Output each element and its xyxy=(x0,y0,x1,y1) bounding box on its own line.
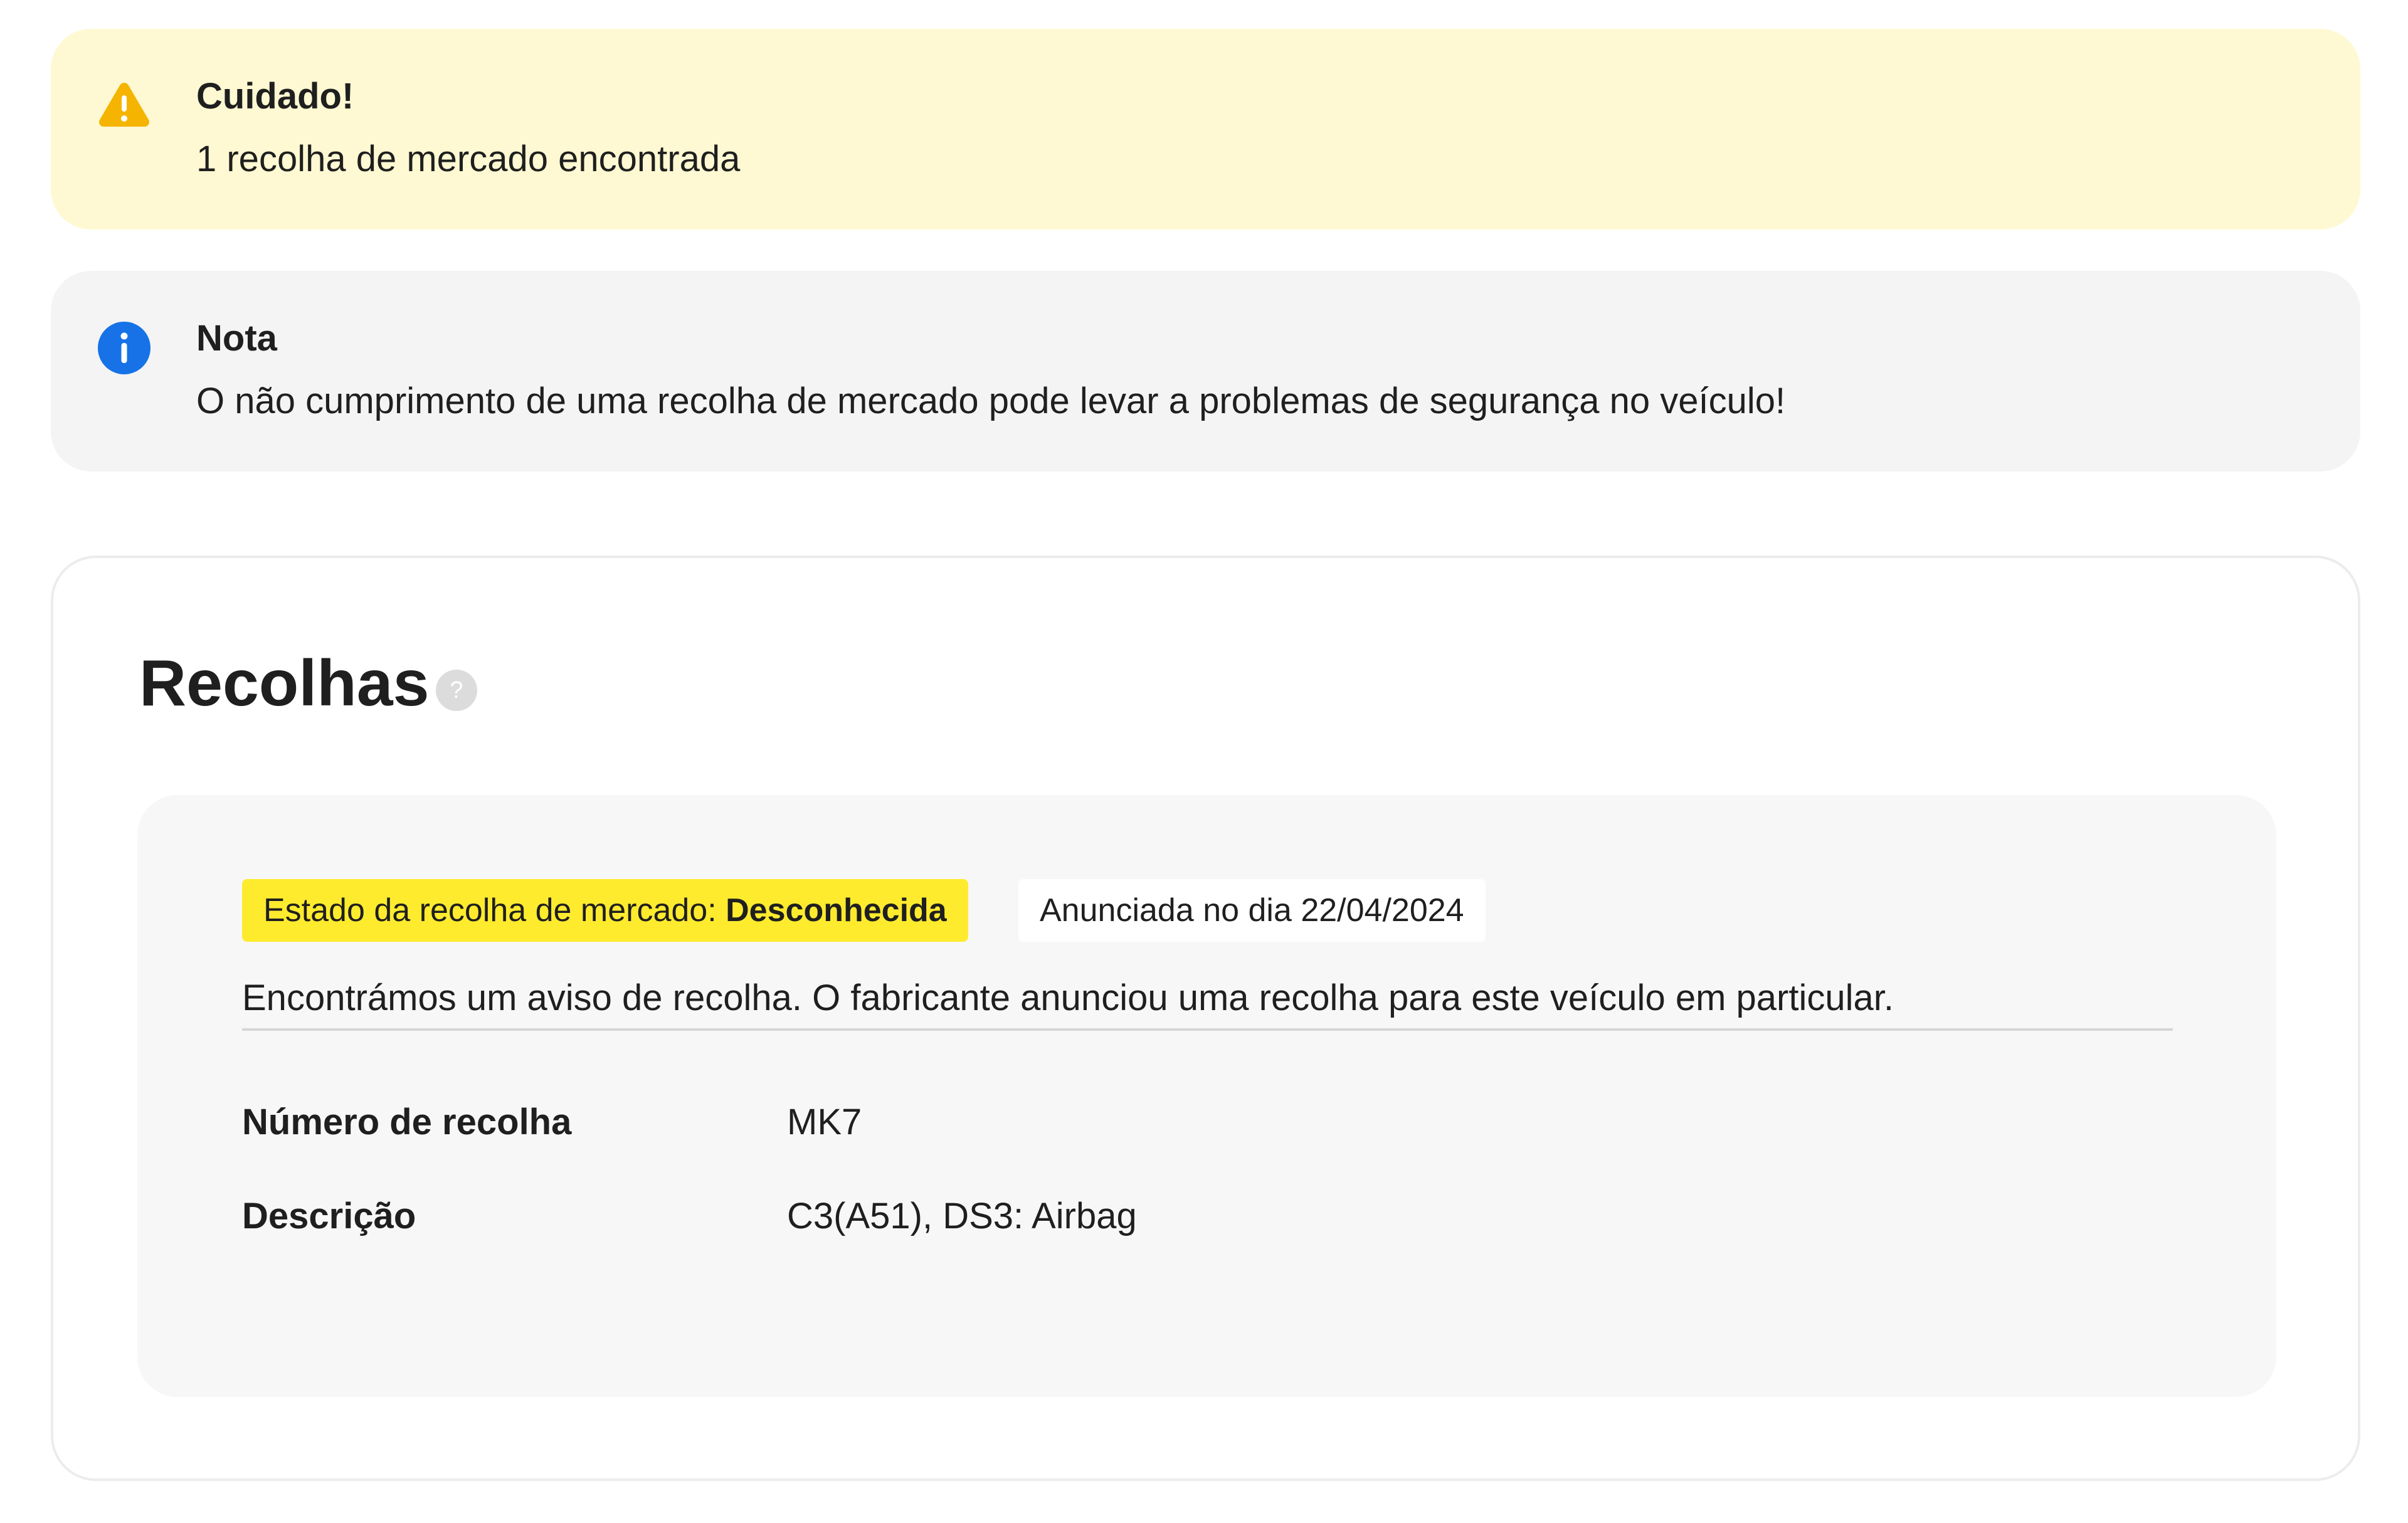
note-text: O não cumprimento de uma recolha de merc… xyxy=(196,381,1786,421)
recall-status-value: Desconhecida xyxy=(726,892,947,929)
recall-announced-badge: Anunciada no dia 22/04/2024 xyxy=(1018,879,1486,942)
page: Cuidado! 1 recolha de mercado encontrada… xyxy=(0,0,2408,1523)
warning-icon xyxy=(99,83,149,127)
note-title: Nota xyxy=(196,318,277,359)
recall-item: Estado da recolha de mercado: Desconheci… xyxy=(137,795,2276,1397)
recall-status-label: Estado da recolha de mercado: xyxy=(263,892,717,929)
recalls-title: Recolhas xyxy=(139,647,430,720)
recall-status-badge: Estado da recolha de mercado: Desconheci… xyxy=(242,879,968,942)
info-icon xyxy=(98,322,150,374)
warning-alert: Cuidado! 1 recolha de mercado encontrada xyxy=(51,29,2360,229)
recall-summary: Encontrámos um aviso de recolha. O fabri… xyxy=(242,978,1894,1018)
warning-text: 1 recolha de mercado encontrada xyxy=(196,139,741,179)
divider xyxy=(242,1028,2173,1031)
warning-title: Cuidado! xyxy=(196,76,354,117)
svg-text:?: ? xyxy=(450,677,463,704)
recall-description-label: Descrição xyxy=(242,1196,416,1236)
recall-number-value: MK7 xyxy=(787,1102,862,1142)
recalls-card: Recolhas ? Estado da recolha de mercado:… xyxy=(51,556,2360,1481)
recall-number-label: Número de recolha xyxy=(242,1102,572,1142)
recall-description-value: C3(A51), DS3: Airbag xyxy=(787,1196,1137,1236)
help-icon[interactable]: ? xyxy=(435,668,478,712)
note-alert: Nota O não cumprimento de uma recolha de… xyxy=(51,271,2360,472)
